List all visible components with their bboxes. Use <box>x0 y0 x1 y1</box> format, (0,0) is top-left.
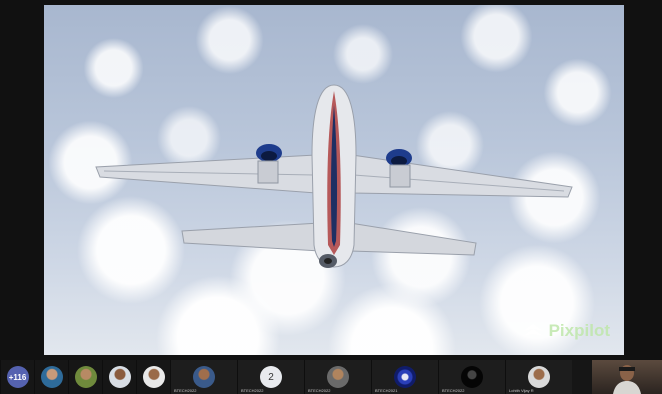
person-photo-icon <box>74 366 97 388</box>
person-video-icon <box>613 365 641 394</box>
participant-tile[interactable] <box>102 360 136 394</box>
person-photo-icon <box>142 366 165 388</box>
more-participants-tile[interactable]: +116 <box>0 360 34 394</box>
participant-tile[interactable] <box>34 360 68 394</box>
person-photo-icon <box>327 366 349 388</box>
watermark-logo-icon <box>522 324 543 336</box>
dark-photo-icon <box>461 366 483 388</box>
participant-name: BTECH2022 <box>308 388 331 393</box>
participant-tile[interactable]: BTECH2022 <box>438 360 505 394</box>
person-photo-icon <box>108 366 131 388</box>
watermark-text: Pixpilot <box>548 321 610 340</box>
emblem-icon <box>394 366 416 388</box>
person-photo-icon <box>528 366 550 388</box>
person-photo-icon <box>40 366 63 388</box>
airplane-illustration <box>95 84 573 268</box>
participant-name: Lohith Vijay R <box>509 388 534 393</box>
participant-tile[interactable]: BTECH2021 <box>371 360 438 394</box>
participant-strip: +116 BTECH2022 2 BTECH2022 BTECH2022 BTE… <box>0 360 662 394</box>
participant-tile[interactable]: BTECH2022 <box>304 360 371 394</box>
person-photo-icon <box>193 366 215 388</box>
participant-name: BTECH2022 <box>174 388 197 393</box>
shared-screen: Pixpilot <box>44 5 624 355</box>
self-video-tile[interactable] <box>592 360 662 394</box>
participant-name: BTECH2021 <box>375 388 398 393</box>
participant-tile[interactable]: Lohith Vijay R <box>505 360 572 394</box>
participant-tile[interactable] <box>136 360 170 394</box>
main-video-area: Pixpilot <box>0 0 662 360</box>
more-participants-badge: +116 <box>6 366 29 388</box>
presentation-watermark: Pixpilot <box>522 321 610 341</box>
participant-name: BTECH2022 <box>442 388 465 393</box>
participant-name: BTECH2022 <box>241 388 264 393</box>
participant-tile[interactable]: BTECH2022 <box>170 360 237 394</box>
participant-tile[interactable]: 2 BTECH2022 <box>237 360 304 394</box>
participant-initial-avatar: 2 <box>260 366 282 388</box>
participant-tile[interactable] <box>68 360 102 394</box>
